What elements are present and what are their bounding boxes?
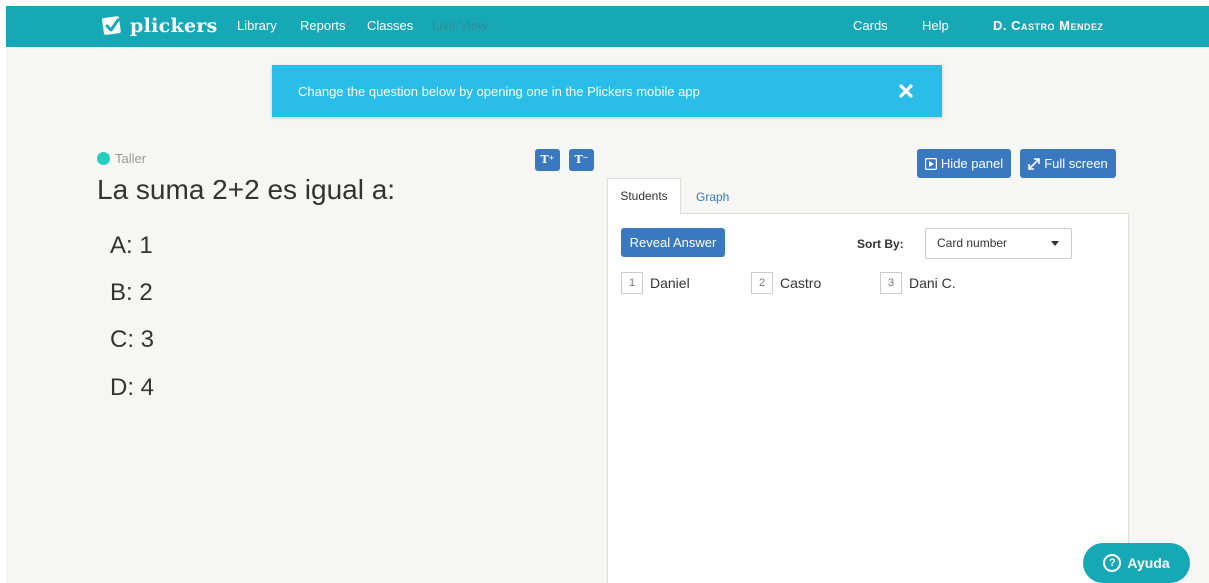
hide-panel-button[interactable]: Hide panel bbox=[917, 149, 1011, 178]
student-item: 1 Daniel bbox=[621, 272, 690, 294]
tab-students[interactable]: Students bbox=[607, 178, 681, 214]
question-circle-icon: ? bbox=[1103, 554, 1122, 572]
choice-b: B: 2 bbox=[110, 279, 153, 306]
choice-c: C: 3 bbox=[110, 326, 155, 353]
reveal-answer-button[interactable]: Reveal Answer bbox=[621, 228, 725, 257]
folder-label: Taller bbox=[115, 151, 147, 166]
student-name: Daniel bbox=[650, 275, 690, 291]
nav-library[interactable]: Library bbox=[237, 18, 277, 33]
student-item: 3 Dani C. bbox=[880, 272, 956, 294]
sort-select-value: Card number bbox=[937, 236, 1008, 250]
increase-font-button[interactable]: T⁺ bbox=[535, 149, 560, 171]
students-panel: Reveal Answer Sort By: Card number 1 Dan… bbox=[607, 213, 1129, 583]
brand-name: plickers bbox=[130, 15, 218, 37]
alert-message: Change the question below by opening one… bbox=[298, 84, 700, 99]
full-screen-label: Full screen bbox=[1044, 156, 1108, 171]
full-screen-button[interactable]: Full screen bbox=[1020, 149, 1116, 178]
help-button[interactable]: ? Ayuda bbox=[1083, 543, 1190, 583]
choice-d: D: 4 bbox=[110, 374, 155, 401]
nav-help[interactable]: Help bbox=[922, 18, 949, 33]
top-navbar: plickers Library Reports Classes Live Vi… bbox=[6, 6, 1209, 47]
caret-down-icon bbox=[1051, 241, 1059, 246]
nav-live-view[interactable]: Live View bbox=[432, 18, 487, 33]
user-menu[interactable]: D. Castro Mendez bbox=[993, 18, 1103, 33]
info-alert: Change the question below by opening one… bbox=[272, 65, 942, 117]
plickers-logo[interactable]: plickers bbox=[100, 12, 218, 40]
tab-graph[interactable]: Graph bbox=[696, 190, 729, 204]
sort-select[interactable]: Card number bbox=[925, 228, 1072, 259]
plickers-check-icon bbox=[102, 16, 121, 35]
student-name: Dani C. bbox=[909, 275, 956, 291]
close-icon[interactable] bbox=[894, 79, 918, 103]
expand-icon bbox=[1028, 157, 1041, 170]
card-number: 1 bbox=[621, 272, 643, 294]
sort-by-label: Sort By: bbox=[857, 237, 904, 251]
hide-panel-label: Hide panel bbox=[940, 156, 1004, 171]
nav-classes[interactable]: Classes bbox=[367, 18, 413, 33]
folder-color-dot bbox=[97, 152, 110, 165]
page: plickers Library Reports Classes Live Vi… bbox=[6, 6, 1209, 583]
card-number: 3 bbox=[880, 272, 902, 294]
help-button-label: Ayuda bbox=[1127, 555, 1170, 571]
student-item: 2 Castro bbox=[751, 272, 821, 294]
folder-tag: Taller bbox=[97, 151, 146, 166]
play-square-icon bbox=[924, 157, 937, 170]
nav-cards[interactable]: Cards bbox=[853, 18, 888, 33]
student-name: Castro bbox=[780, 275, 822, 291]
question-text: La suma 2+2 es igual a: bbox=[97, 174, 396, 205]
card-number: 2 bbox=[751, 272, 773, 294]
choice-a: A: 1 bbox=[110, 232, 153, 259]
nav-reports[interactable]: Reports bbox=[300, 18, 346, 33]
decrease-font-button[interactable]: T⁻ bbox=[569, 149, 594, 171]
